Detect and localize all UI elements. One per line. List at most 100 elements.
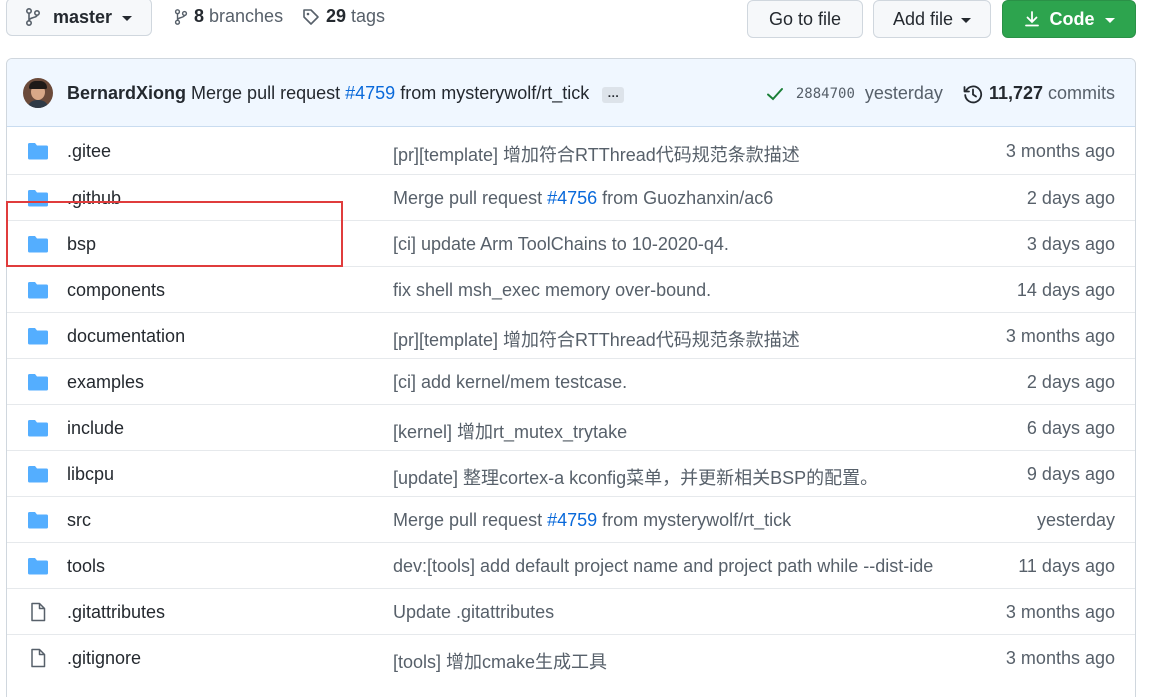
last-modified: 2 days ago [1026, 188, 1115, 208]
file-row[interactable]: .gitignore [tools] 增加cmake生成工具 3 months ag… [7, 634, 1135, 680]
commit-author[interactable]: BernardXiong [67, 83, 186, 103]
commit-message: BernardXiong Merge pull request #4759 fr… [67, 83, 625, 104]
file-name-link[interactable]: .gitignore [67, 648, 141, 669]
commits-count: 11,727 [988, 83, 1043, 103]
commit-message-suffix[interactable]: from mysterywolf/rt_tick [400, 83, 589, 103]
file-name-link[interactable]: libcpu [67, 464, 114, 485]
commit-message-link[interactable]: [ci] update Arm ToolChains to 10-2020-q4… [393, 234, 729, 255]
commit-message-link[interactable]: [update] 整理cortex-a kconfig菜单，并更新相关BSP的配… [393, 464, 878, 490]
last-modified: 2 days ago [1026, 372, 1115, 392]
folder-icon [27, 510, 49, 530]
file-name-link[interactable]: examples [67, 372, 144, 393]
tags-link[interactable]: 29 tags [302, 6, 385, 27]
folder-icon [27, 418, 49, 438]
folder-icon [27, 556, 49, 576]
code-label: Code [1049, 8, 1095, 29]
last-modified: yesterday [1036, 510, 1115, 530]
folder-icon [27, 234, 49, 254]
file-name-link[interactable]: .gitee [67, 141, 111, 162]
go-to-file-label: Go to file [768, 8, 842, 29]
file-row[interactable]: tools dev:[tools] add default project nam… [7, 542, 1135, 588]
file-list: .gitee [pr][template] 增加符合RTThread代码规范条款描… [7, 128, 1135, 680]
file-row[interactable]: libcpu [update] 整理cortex-a kconfig菜单，并更新相… [7, 450, 1135, 496]
last-modified: 3 months ago [1005, 602, 1115, 622]
branch-name: master [53, 6, 113, 27]
code-button[interactable]: Code [1002, 0, 1136, 38]
file-row[interactable]: .gitattributes Update .gitattributes 3 mon… [7, 588, 1135, 634]
file-name-link[interactable]: include [67, 418, 124, 439]
branches-label: branches [209, 6, 284, 26]
file-row[interactable]: src Merge pull request #4759 from mystery… [7, 496, 1135, 542]
commit-message-link[interactable]: dev:[tools] add default project name and… [393, 556, 933, 577]
file-name-link[interactable]: components [67, 280, 165, 301]
commit-history-link[interactable]: 11,727 commits [963, 83, 1115, 104]
last-modified: 3 months ago [1005, 648, 1115, 668]
tags-label: tags [351, 6, 386, 26]
last-modified: 11 days ago [1018, 556, 1115, 576]
tag-icon [303, 8, 319, 25]
history-icon [963, 85, 982, 103]
chevron-down-icon [122, 15, 133, 21]
commit-message-link[interactable]: Update .gitattributes [393, 602, 554, 623]
file-icon [27, 602, 49, 622]
folder-icon [27, 464, 49, 484]
file-name-link[interactable]: src [67, 510, 91, 531]
commit-message-prefix[interactable]: Merge pull request [191, 83, 340, 103]
commit-pr-link[interactable]: #4759 [345, 83, 395, 103]
add-file-label: Add file [892, 8, 954, 29]
commit-message-link[interactable]: fix shell msh_exec memory over-bound. [393, 280, 711, 301]
last-modified: 6 days ago [1026, 418, 1115, 438]
folder-icon [27, 188, 49, 208]
tags-count: 29 [326, 6, 347, 26]
folder-icon [27, 372, 49, 392]
last-modified: 3 months ago [1005, 141, 1115, 161]
commit-message-prefix[interactable]: Merge pull request [393, 510, 547, 530]
chevron-down-icon [961, 17, 972, 23]
avatar[interactable] [23, 78, 53, 108]
file-browser: BernardXiong Merge pull request #4759 fr… [6, 58, 1136, 697]
branches-link[interactable]: 8 branches [174, 6, 283, 27]
file-row[interactable]: bsp [ci] update Arm ToolChains to 10-2020… [7, 220, 1135, 266]
file-name-link[interactable]: .github [67, 188, 121, 209]
branch-select-button[interactable]: master [6, 0, 152, 36]
chevron-down-icon [1104, 17, 1115, 23]
commit-message-link[interactable]: [pr][template] 增加符合RTThread代码规范条款描述 [393, 141, 800, 167]
last-modified: 3 months ago [1005, 326, 1115, 346]
commit-message-link[interactable]: [tools] 增加cmake生成工具 [393, 648, 607, 674]
check-icon [766, 87, 783, 100]
commit-sha[interactable]: 2884700 [796, 86, 855, 102]
file-row[interactable]: include [kernel] 增加rt_mutex_trytake 6 days… [7, 404, 1135, 450]
branches-count: 8 [194, 6, 205, 26]
file-name-link[interactable]: tools [67, 556, 105, 577]
commit-message-suffix[interactable]: from Guozhanxin/ac6 [597, 188, 773, 208]
file-row[interactable]: documentation [pr][template] 增加符合RTThread… [7, 312, 1135, 358]
file-row[interactable]: .gitee [pr][template] 增加符合RTThread代码规范条款描… [7, 128, 1135, 174]
commit-message-link[interactable]: [pr][template] 增加符合RTThread代码规范条款描述 [393, 326, 800, 352]
file-row[interactable]: .github Merge pull request #4756 from Guo… [7, 174, 1135, 220]
last-modified: 14 days ago [1016, 280, 1115, 300]
commit-time: yesterday [864, 83, 943, 103]
git-branch-icon [26, 8, 41, 26]
commit-message-prefix[interactable]: Merge pull request [393, 188, 547, 208]
last-modified: 9 days ago [1026, 464, 1115, 484]
file-name-link[interactable]: .gitattributes [67, 602, 165, 623]
expand-commit-button[interactable]: … [602, 87, 625, 103]
folder-icon [27, 141, 49, 161]
commit-message-link[interactable]: [ci] add kernel/mem testcase. [393, 372, 627, 393]
commit-message-suffix[interactable]: from mysterywolf/rt_tick [597, 510, 791, 530]
file-row[interactable]: examples [ci] add kernel/mem testcase. 2 d… [7, 358, 1135, 404]
commit-message-link[interactable]: [kernel] 增加rt_mutex_trytake [393, 418, 627, 444]
commits-label: commits [1048, 83, 1115, 103]
commit-message-link[interactable]: Merge pull request #4756 from Guozhanxin… [393, 188, 773, 209]
commit-info: 2884700 yesterday 11,727 commits [766, 83, 1115, 104]
repo-toolbar: master 8 branches 29 tags Go to file Add… [0, 0, 1152, 46]
go-to-file-button[interactable]: Go to file [747, 0, 863, 38]
commit-message-link[interactable]: Merge pull request #4759 from mysterywol… [393, 510, 791, 531]
add-file-button[interactable]: Add file [873, 0, 991, 38]
file-row[interactable]: components fix shell msh_exec memory over… [7, 266, 1135, 312]
pr-link[interactable]: #4756 [547, 188, 597, 208]
file-name-link[interactable]: documentation [67, 326, 185, 347]
file-name-link[interactable]: bsp [67, 234, 96, 255]
download-icon [1024, 11, 1039, 27]
pr-link[interactable]: #4759 [547, 510, 597, 530]
